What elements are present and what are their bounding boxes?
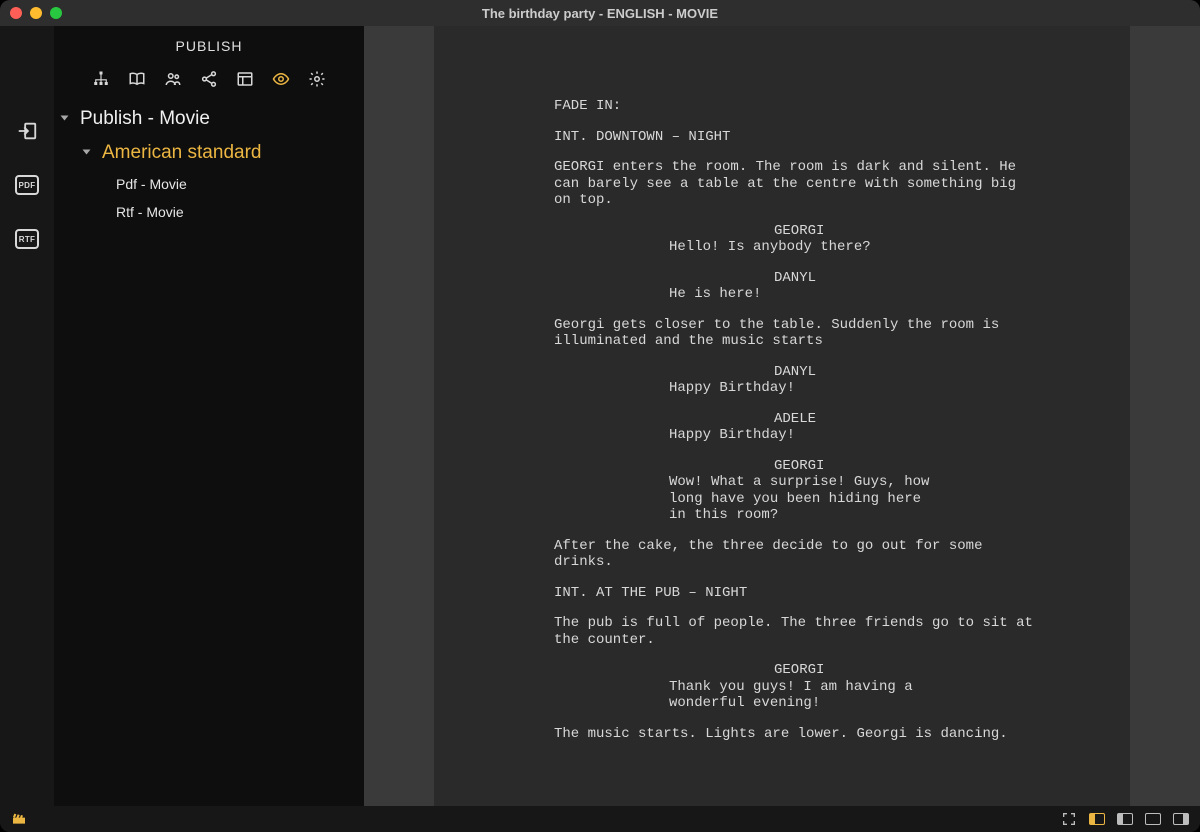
tree-item-pdf[interactable]: Pdf - Movie xyxy=(60,170,354,198)
tree-root[interactable]: Publish - Movie xyxy=(60,102,354,136)
editor-area: FADE IN: INT. DOWNTOWN – NIGHT GEORGI ente… xyxy=(364,26,1200,806)
layout-icon[interactable] xyxy=(234,68,256,90)
fullscreen-icon[interactable] xyxy=(1060,810,1078,828)
sidebar-toolbar xyxy=(54,64,364,100)
script-line: The music starts. Lights are lower. Geor… xyxy=(554,726,1034,743)
tree-item-label: Rtf - Movie xyxy=(116,204,184,220)
panel-none-icon[interactable] xyxy=(1144,810,1162,828)
panel-left-icon[interactable] xyxy=(1116,810,1134,828)
script-line: GEORGI xyxy=(554,223,1080,240)
tree-group-american-standard[interactable]: American standard xyxy=(60,136,354,170)
script-line: GEORGI enters the room. The room is dark… xyxy=(554,159,1034,209)
publish-tree: Publish - Movie American standard Pdf - … xyxy=(54,100,364,226)
script-line: After the cake, the three decide to go o… xyxy=(554,538,1034,571)
page-gutter xyxy=(1130,26,1200,806)
script-line: Hello! Is anybody there? xyxy=(554,239,944,256)
clapperboard-icon[interactable] xyxy=(10,810,28,828)
tree-group-label: American standard xyxy=(102,142,261,164)
chevron-down-icon xyxy=(82,147,94,159)
panel-right-icon[interactable] xyxy=(1172,810,1190,828)
page-gutter xyxy=(364,26,434,806)
script-line: Georgi gets closer to the table. Suddenl… xyxy=(554,317,1034,350)
script-line: DANYL xyxy=(554,270,1080,287)
hierarchy-icon[interactable] xyxy=(90,68,112,90)
share-icon[interactable] xyxy=(198,68,220,90)
rtf-format-icon[interactable]: RTF xyxy=(12,224,42,254)
script-line: ADELE xyxy=(554,411,1080,428)
script-line: He is here! xyxy=(554,286,944,303)
panel-left-active-icon[interactable] xyxy=(1088,810,1106,828)
script-line: INT. DOWNTOWN – NIGHT xyxy=(554,129,1080,146)
tree-root-label: Publish - Movie xyxy=(80,108,210,130)
window-title: The birthday party - ENGLISH - MOVIE xyxy=(0,6,1200,21)
pdf-format-icon[interactable]: PDF xyxy=(12,170,42,200)
script-line: Wow! What a surprise! Guys, how long hav… xyxy=(554,474,944,524)
chevron-down-icon xyxy=(60,113,72,125)
script-line: GEORGI xyxy=(554,662,1080,679)
titlebar: The birthday party - ENGLISH - MOVIE xyxy=(0,0,1200,26)
tree-item-label: Pdf - Movie xyxy=(116,176,187,192)
script-line: Thank you guys! I am having a wonderful … xyxy=(554,679,944,712)
book-icon[interactable] xyxy=(126,68,148,90)
script-preview-page[interactable]: FADE IN: INT. DOWNTOWN – NIGHT GEORGI ente… xyxy=(434,26,1130,806)
left-rail: PDF RTF xyxy=(0,26,54,806)
body: PDF RTF PUBLISH xyxy=(0,26,1200,806)
script-line: GEORGI xyxy=(554,458,1080,475)
people-icon[interactable] xyxy=(162,68,184,90)
script-line: FADE IN: xyxy=(554,98,1080,115)
pdf-badge: PDF xyxy=(15,175,39,195)
export-icon[interactable] xyxy=(12,116,42,146)
sidebar-title: PUBLISH xyxy=(54,26,364,64)
statusbar xyxy=(0,806,1200,832)
preview-eye-icon[interactable] xyxy=(270,68,292,90)
script-line: DANYL xyxy=(554,364,1080,381)
rtf-badge: RTF xyxy=(15,229,39,249)
sidebar: PUBLISH xyxy=(54,26,364,806)
script-line: INT. AT THE PUB – NIGHT xyxy=(554,585,1080,602)
tree-item-rtf[interactable]: Rtf - Movie xyxy=(60,198,354,226)
script-line: The pub is full of people. The three fri… xyxy=(554,615,1034,648)
gear-icon[interactable] xyxy=(306,68,328,90)
script-line: Happy Birthday! xyxy=(554,427,944,444)
app-window: The birthday party - ENGLISH - MOVIE PDF… xyxy=(0,0,1200,832)
script-line: Happy Birthday! xyxy=(554,380,944,397)
